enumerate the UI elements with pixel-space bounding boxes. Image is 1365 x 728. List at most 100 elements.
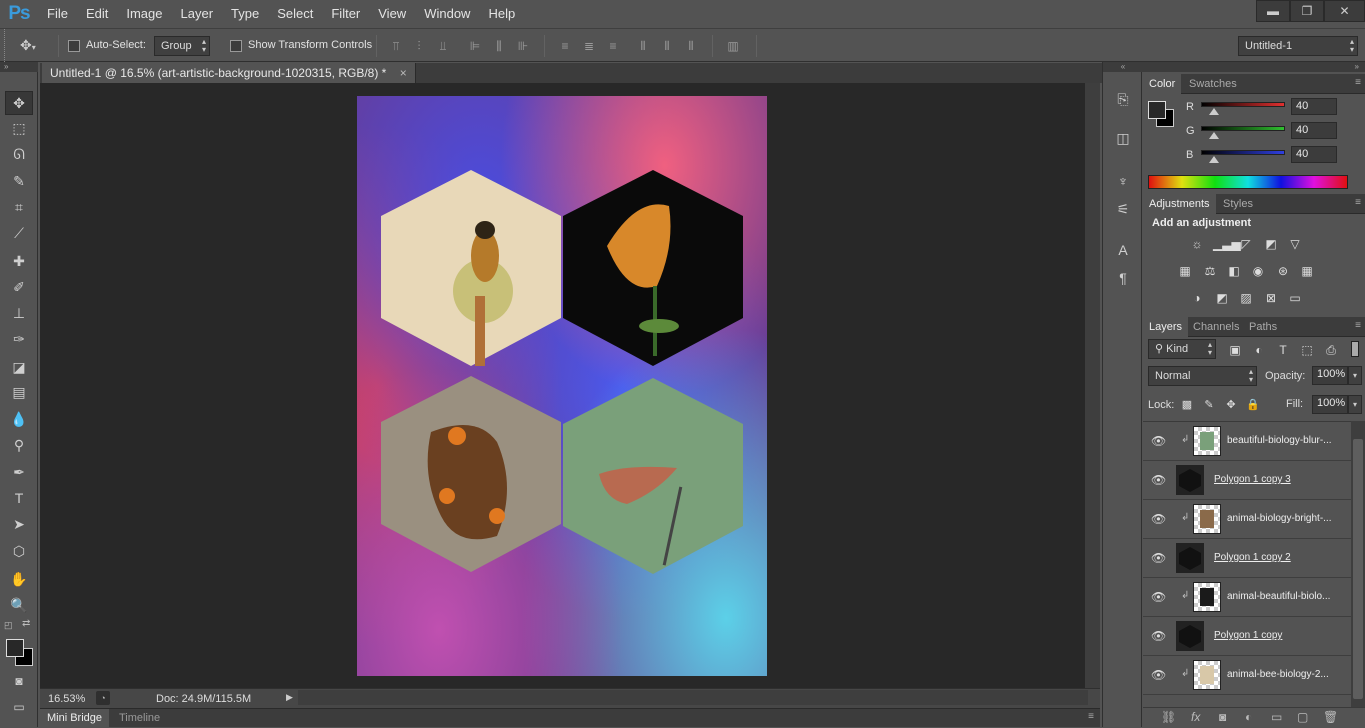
delete-layer-icon[interactable]: 🗑: [1323, 710, 1338, 724]
auto-select-checkbox[interactable]: [68, 40, 80, 52]
clone-stamp-tool-icon[interactable]: ⊥: [5, 301, 33, 325]
dodge-tool-icon[interactable]: ⚲: [5, 433, 33, 457]
zoom-level[interactable]: 16.53%: [48, 693, 85, 705]
lock-transparent-icon[interactable]: ▩: [1178, 397, 1196, 413]
layer-filter-kind-dropdown[interactable]: ⚲ Kind ▴ ▾: [1148, 339, 1216, 359]
layer-row[interactable]: 👁 Polygon 1 copy 2: [1143, 539, 1351, 578]
path-selection-tool-icon[interactable]: ➤: [5, 512, 33, 536]
document-tab[interactable]: Untitled-1 @ 16.5% (art-artistic-backgro…: [42, 63, 416, 83]
filter-type-icon[interactable]: T: [1274, 342, 1292, 358]
menu-select[interactable]: Select: [268, 0, 322, 28]
pen-tool-icon[interactable]: ✒: [5, 460, 33, 484]
levels-icon[interactable]: ▁▃▅: [1213, 236, 1241, 252]
crop-tool-icon[interactable]: ⌗: [5, 195, 33, 219]
gradient-tool-icon[interactable]: ▤: [5, 380, 33, 404]
paragraph-panel-icon[interactable]: ¶: [1113, 268, 1133, 288]
layer-row[interactable]: 👁 Polygon 1 copy 3: [1143, 461, 1351, 500]
channel-mixer-icon[interactable]: ⊛: [1274, 263, 1292, 279]
bw-icon[interactable]: ◧: [1225, 263, 1243, 279]
visibility-eye-icon[interactable]: 👁: [1151, 551, 1166, 565]
visibility-eye-icon[interactable]: 👁: [1151, 434, 1166, 448]
align-right-icon[interactable]: ⊪: [516, 39, 530, 53]
move-tool-preset-icon[interactable]: ✥▾: [20, 37, 36, 54]
threshold-icon[interactable]: ▨: [1237, 290, 1255, 306]
channel-slider-track[interactable]: [1201, 150, 1285, 155]
move-tool-icon[interactable]: ✥: [5, 91, 33, 115]
marquee-tool-icon[interactable]: ⬚: [5, 116, 33, 140]
collapse-dock-icon[interactable]: «: [1103, 62, 1143, 72]
healing-brush-tool-icon[interactable]: ✚: [5, 249, 33, 273]
menu-image[interactable]: Image: [117, 0, 171, 28]
new-layer-icon[interactable]: ▢: [1297, 710, 1308, 724]
distribute-right-icon[interactable]: ⦀: [684, 39, 698, 53]
layers-scrollbar[interactable]: [1351, 421, 1365, 707]
canvas-vertical-scrollbar[interactable]: [1085, 83, 1100, 688]
restore-button[interactable]: ❐: [1290, 0, 1324, 22]
canvas-area[interactable]: [40, 83, 1085, 688]
hue-sat-icon[interactable]: ▦: [1176, 263, 1194, 279]
align-hcenter-icon[interactable]: ⫼: [492, 39, 506, 53]
filter-pixel-icon[interactable]: ▣: [1226, 342, 1244, 358]
type-tool-icon[interactable]: T: [5, 486, 33, 510]
menu-type[interactable]: Type: [222, 0, 268, 28]
layer-row[interactable]: 👁 ↲ animal-bee-biology-2...: [1143, 656, 1351, 695]
collapse-toolbox-icon[interactable]: »: [0, 62, 38, 72]
quick-selection-tool-icon[interactable]: ✎: [5, 169, 33, 193]
minimize-button[interactable]: ▬: [1256, 0, 1290, 22]
status-menu-arrow-icon[interactable]: ▶: [286, 692, 293, 703]
shape-tool-icon[interactable]: ⬡: [5, 539, 33, 563]
swap-colors-icon[interactable]: ⇄: [22, 618, 30, 629]
menu-file[interactable]: File: [38, 0, 77, 28]
menu-edit[interactable]: Edit: [77, 0, 117, 28]
tab-timeline[interactable]: Timeline: [112, 709, 167, 728]
filter-smart-object-icon[interactable]: ⎙: [1322, 342, 1340, 358]
selective-color-icon[interactable]: ⊠: [1262, 290, 1280, 306]
adjustments-panel-menu-icon[interactable]: ≡: [1355, 197, 1361, 208]
channel-slider-thumb[interactable]: [1209, 108, 1219, 115]
fill-dropdown-icon[interactable]: ▾: [1348, 395, 1362, 414]
channel-value-field[interactable]: 40: [1291, 122, 1337, 139]
status-info-icon[interactable]: ◔: [96, 691, 110, 705]
menu-view[interactable]: View: [369, 0, 415, 28]
visibility-eye-icon[interactable]: 👁: [1151, 668, 1166, 682]
history-brush-tool-icon[interactable]: ✑: [5, 327, 33, 351]
align-vcenter-icon[interactable]: ⫶: [412, 39, 426, 53]
visibility-eye-icon[interactable]: 👁: [1151, 512, 1166, 526]
panel-menu-icon[interactable]: ≡: [1088, 711, 1094, 722]
tab-channels[interactable]: Channels: [1187, 317, 1245, 337]
color-spectrum-bar[interactable]: [1148, 175, 1348, 189]
canvas-horizontal-scrollbar[interactable]: [298, 690, 1088, 705]
eyedropper-tool-icon[interactable]: ⟋: [5, 221, 33, 245]
filter-adjustment-icon[interactable]: ◐: [1250, 342, 1268, 358]
menu-layer[interactable]: Layer: [172, 0, 223, 28]
foreground-color-swatch[interactable]: [6, 639, 24, 657]
quick-mask-icon[interactable]: ◙: [5, 669, 33, 693]
menu-filter[interactable]: Filter: [322, 0, 369, 28]
tab-layers[interactable]: Layers: [1143, 317, 1189, 337]
channel-slider-thumb[interactable]: [1209, 132, 1219, 139]
add-mask-icon[interactable]: ◙: [1219, 710, 1226, 724]
lock-image-icon[interactable]: ✎: [1200, 397, 1218, 413]
new-group-icon[interactable]: ▭: [1271, 710, 1282, 724]
visibility-eye-icon[interactable]: 👁: [1151, 629, 1166, 643]
brush-panel-icon[interactable]: ♆: [1113, 171, 1133, 191]
lasso-tool-icon[interactable]: ᘏ: [5, 142, 33, 166]
workspace-dropdown[interactable]: Untitled-1 ▴ ▾: [1238, 36, 1358, 56]
fill-field[interactable]: 100%: [1312, 395, 1348, 414]
close-tab-icon[interactable]: ×: [400, 66, 407, 80]
gradient-map-icon[interactable]: ▭: [1286, 290, 1304, 306]
curves-icon[interactable]: ◸: [1237, 236, 1255, 252]
photo-filter-icon[interactable]: ◉: [1249, 263, 1267, 279]
lock-position-icon[interactable]: ✥: [1222, 397, 1240, 413]
menu-window[interactable]: Window: [415, 0, 479, 28]
collapse-panels-icon[interactable]: »: [1143, 62, 1365, 72]
show-transform-checkbox[interactable]: [230, 40, 242, 52]
layer-row[interactable]: 👁 ↲ animal-beautiful-biolo...: [1143, 578, 1351, 617]
tab-swatches[interactable]: Swatches: [1183, 74, 1243, 94]
channel-slider-track[interactable]: [1201, 126, 1285, 131]
opacity-field[interactable]: 100%: [1312, 366, 1348, 385]
lock-all-icon[interactable]: 🔒: [1244, 397, 1262, 413]
menu-help[interactable]: Help: [479, 0, 524, 28]
channel-value-field[interactable]: 40: [1291, 98, 1337, 115]
layer-row[interactable]: 👁 ↲ animal-biology-bright-...: [1143, 500, 1351, 539]
